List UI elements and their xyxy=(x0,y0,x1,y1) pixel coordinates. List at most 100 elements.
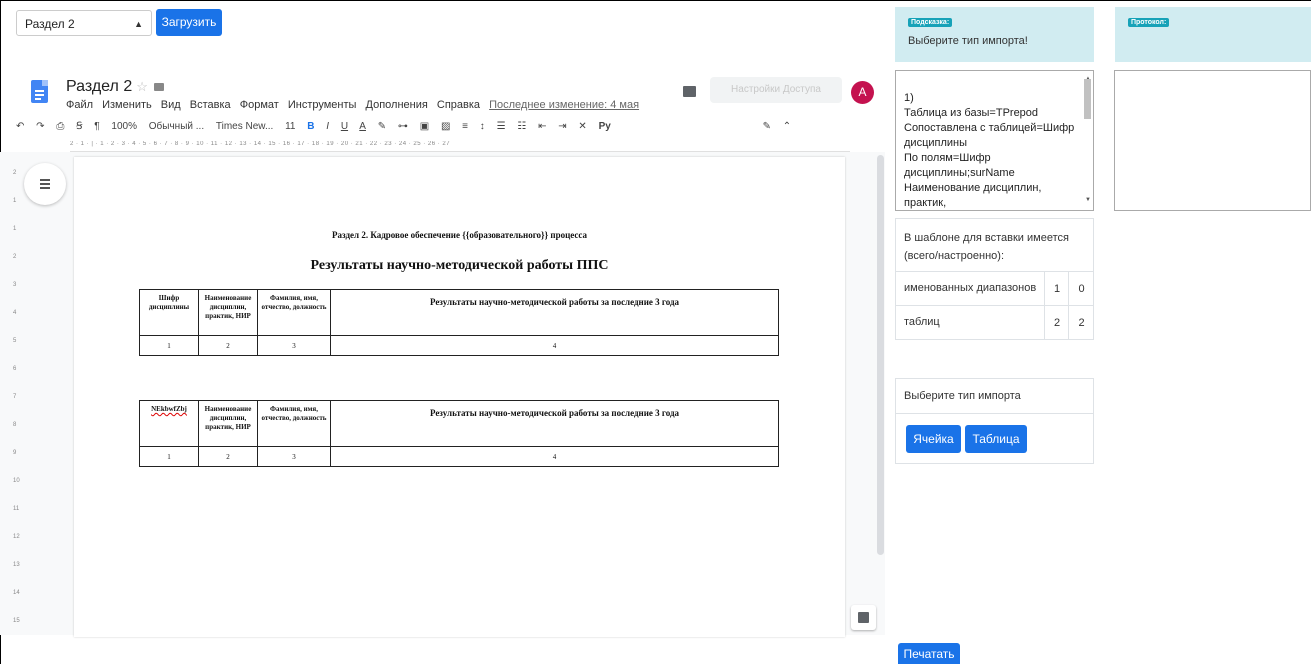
table-row: NЕkbwfZbj Наименование дисциплин, практи… xyxy=(139,400,779,447)
v-ruler-tick: 10 xyxy=(13,478,20,484)
section-heading: Раздел 2. Кадровое обеспечение {{образов… xyxy=(332,230,587,240)
v-ruler-tick: 1 xyxy=(13,226,17,232)
document-scrollbar[interactable] xyxy=(877,155,884,555)
table-cell: 2 xyxy=(198,335,258,356)
v-ruler-tick: 13 xyxy=(13,562,20,568)
explore-icon xyxy=(858,612,869,623)
import-table-button[interactable]: Таблица xyxy=(965,425,1027,453)
template-row-label: именованных диапазонов xyxy=(904,282,1037,294)
document-outline-button[interactable] xyxy=(24,163,66,205)
table-header-cell: Фамилия, имя, отчество, должность xyxy=(257,289,331,336)
document-title[interactable]: Раздел 2 ☆ xyxy=(66,78,164,96)
outline-icon-line xyxy=(40,183,50,185)
v-ruler-tick: 8 xyxy=(13,422,17,428)
highlight-icon[interactable]: ✎ xyxy=(378,121,386,132)
style-select[interactable]: Обычный ... xyxy=(149,121,204,132)
v-ruler-tick: 9 xyxy=(13,450,17,456)
menu-tools[interactable]: Инструменты xyxy=(288,99,357,111)
italic-button[interactable]: I xyxy=(326,121,329,132)
menu-file[interactable]: Файл xyxy=(66,99,93,111)
menu-help[interactable]: Справка xyxy=(437,99,480,111)
outline-icon-line xyxy=(40,187,50,189)
section-select[interactable]: Раздел 2 ▲ xyxy=(16,10,152,36)
menu-edit[interactable]: Изменить xyxy=(102,99,152,111)
comment-icon[interactable] xyxy=(683,86,696,97)
template-row-total: 2 xyxy=(1044,306,1069,340)
table-header-cell: Результаты научно-методической работы за… xyxy=(330,289,779,336)
undo-icon[interactable]: ↶ xyxy=(16,121,24,132)
line-spacing-icon[interactable]: ↕ xyxy=(480,121,485,132)
hint-panel: Подсказка: Выберите тип импорта! xyxy=(895,7,1094,62)
table-cell: 2 xyxy=(198,446,258,467)
font-size-select[interactable]: 11 xyxy=(285,121,295,132)
select-arrows-icon: ▲ xyxy=(134,19,143,29)
avatar[interactable]: A xyxy=(851,81,874,104)
log-line: Наименование дисциплин, практик, xyxy=(904,182,1042,209)
table-cell: 4 xyxy=(330,446,779,467)
folder-icon[interactable] xyxy=(153,83,164,91)
table-row: 1 2 3 4 xyxy=(139,335,779,356)
vertical-ruler[interactable]: 2 1 1 2 3 4 5 6 7 8 9 10 11 12 13 14 15 xyxy=(12,158,24,633)
table-cell: 3 xyxy=(257,446,331,467)
link-icon[interactable]: ⊶ xyxy=(398,121,408,132)
table-header-cell: Наименование дисциплин, практик, НИР xyxy=(198,400,258,447)
horizontal-ruler[interactable]: 2 · 1 · | · 1 · 2 · 3 · 4 · 5 · 6 · 7 · … xyxy=(70,141,850,152)
insert-image-icon[interactable]: ▨ xyxy=(441,121,450,132)
print-button[interactable]: Печатать xyxy=(898,643,960,664)
menu-insert[interactable]: Вставка xyxy=(190,99,231,111)
import-cell-button[interactable]: Ячейка xyxy=(906,425,961,453)
log-textarea[interactable]: 1) Таблица из базы=TPrepod Сопоставлена … xyxy=(895,70,1094,211)
v-ruler-tick: 6 xyxy=(13,366,17,372)
document-subtitle: Результаты научно-методической работы ПП… xyxy=(310,258,609,273)
increase-indent-icon[interactable]: ⇥ xyxy=(558,121,566,132)
bold-button[interactable]: B xyxy=(307,121,314,132)
table-cell: 1 xyxy=(139,446,199,467)
log-line: Таблица из базы=TPrepod xyxy=(904,107,1039,119)
input-tools-button[interactable]: Py xyxy=(599,121,611,132)
log-scrollbar-thumb[interactable] xyxy=(1084,79,1091,119)
results-table-2[interactable]: NЕkbwfZbj Наименование дисциплин, практи… xyxy=(139,400,779,467)
results-table-1[interactable]: Шифр дисциплины Наименование дисциплин, … xyxy=(139,289,779,356)
checklist-icon[interactable]: ☰ xyxy=(497,121,506,132)
editing-mode-icon[interactable]: ✎ xyxy=(763,121,771,132)
paint-format-icon[interactable]: ¶ xyxy=(94,121,99,132)
log-line: Сопоставлена с таблицей=Шифр дисциплины xyxy=(904,122,1075,149)
scroll-down-icon[interactable]: ▼ xyxy=(1085,193,1091,208)
star-icon[interactable]: ☆ xyxy=(136,79,148,94)
menu-format[interactable]: Формат xyxy=(240,99,279,111)
spellcheck-icon[interactable]: Ꞩ xyxy=(76,121,82,132)
v-ruler-tick: 7 xyxy=(13,394,17,400)
menu-addons[interactable]: Дополнения xyxy=(366,99,428,111)
docs-menu-bar: Файл Изменить Вид Вставка Формат Инструм… xyxy=(66,99,645,111)
explore-button[interactable] xyxy=(851,605,876,630)
table-cell: 1 xyxy=(139,335,199,356)
print-icon[interactable]: ⎙ xyxy=(56,121,64,132)
text-color-button[interactable]: A xyxy=(359,121,366,132)
card-divider xyxy=(896,413,1093,414)
v-ruler-tick: 4 xyxy=(13,310,17,316)
clear-formatting-icon[interactable]: ✕ xyxy=(578,121,586,132)
share-button[interactable]: Настройки Доступа xyxy=(710,77,842,103)
decrease-indent-icon[interactable]: ⇤ xyxy=(538,121,546,132)
menu-view[interactable]: Вид xyxy=(161,99,181,111)
docs-logo-icon[interactable] xyxy=(31,80,48,103)
load-button[interactable]: Загрузить xyxy=(156,9,222,36)
bulleted-list-icon[interactable]: ☷ xyxy=(517,121,526,132)
table-row: именованных диапазонов 1 0 xyxy=(896,271,1093,306)
protocol-textarea[interactable] xyxy=(1114,70,1311,211)
document-page[interactable]: Раздел 2. Кадровое обеспечение {{образов… xyxy=(74,157,845,637)
align-icon[interactable]: ≡ xyxy=(462,121,468,132)
frame-border-top xyxy=(0,0,1311,1)
underline-button[interactable]: U xyxy=(341,121,348,132)
collapse-toolbar-icon[interactable]: ⌃ xyxy=(783,121,791,132)
last-edit-link[interactable]: Последнее изменение: 4 мая xyxy=(489,99,639,111)
redo-icon[interactable]: ↷ xyxy=(36,121,44,132)
table-cell: 4 xyxy=(330,335,779,356)
hint-badge: Подсказка: xyxy=(908,18,953,27)
outline-icon xyxy=(40,179,50,181)
zoom-select[interactable]: 100% xyxy=(111,121,137,132)
table-header-cell: Шифр дисциплины xyxy=(139,289,199,336)
table-row: 1 2 3 4 xyxy=(139,446,779,467)
font-select[interactable]: Times New... xyxy=(216,121,273,132)
insert-comment-icon[interactable]: ▣ xyxy=(420,121,429,132)
